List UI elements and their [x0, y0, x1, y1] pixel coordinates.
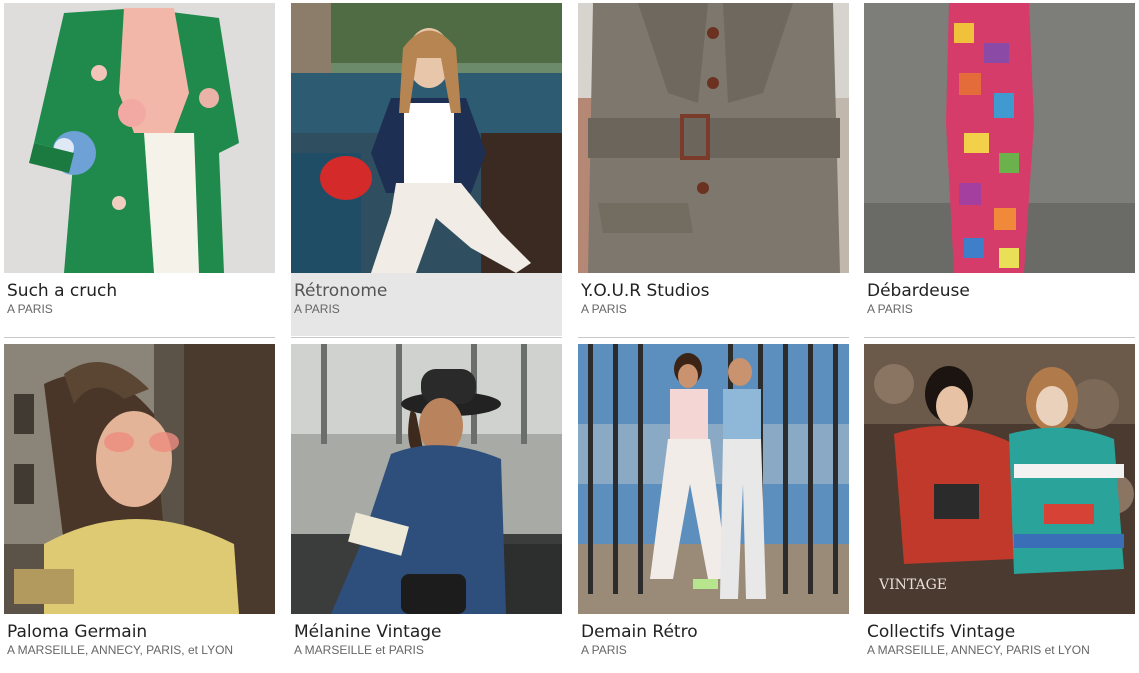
shop-photo[interactable]: [4, 3, 275, 273]
shop-caption: Débardeuse A PARIS: [864, 273, 1135, 336]
shop-card-retronome[interactable]: Rétronome A PARIS: [291, 3, 562, 338]
divider: [578, 337, 849, 338]
shop-caption: Mélanine Vintage A MARSEILLE et PARIS: [291, 614, 562, 673]
divider: [4, 337, 275, 338]
shop-card-such-a-cruch[interactable]: Such a cruch A PARIS: [4, 3, 275, 338]
venice-boat-photo: [291, 3, 562, 273]
shop-photo[interactable]: [4, 344, 275, 614]
shop-photo[interactable]: [291, 344, 562, 614]
shop-name[interactable]: Paloma Germain: [7, 622, 272, 642]
shop-location: A PARIS: [581, 643, 627, 657]
shop-grid: Such a cruch A PARIS Rétronome A PARIS Y…: [0, 0, 1139, 673]
shop-name[interactable]: Such a cruch: [7, 281, 272, 301]
shop-location: A PARIS: [867, 302, 913, 316]
shop-location: A MARSEILLE, ANNECY, PARIS et LYON: [867, 643, 1090, 657]
kimono-photo: [4, 3, 275, 273]
shop-caption: Paloma Germain A MARSEILLE, ANNECY, PARI…: [4, 614, 275, 673]
reading-woman-photo: [291, 344, 562, 614]
shop-name[interactable]: Mélanine Vintage: [294, 622, 559, 642]
shop-location: A PARIS: [294, 302, 340, 316]
tweed-coat-photo: [578, 3, 849, 273]
shop-caption: Collectifs Vintage A MARSEILLE, ANNECY, …: [864, 614, 1135, 673]
shop-name[interactable]: Collectifs Vintage: [867, 622, 1132, 642]
shop-caption: Rétronome A PARIS: [291, 273, 562, 336]
shop-name[interactable]: Rétronome: [294, 281, 559, 301]
shop-location: A MARSEILLE et PARIS: [294, 643, 424, 657]
shop-location: A PARIS: [7, 302, 53, 316]
shop-card-your-studios[interactable]: Y.O.U.R Studios A PARIS: [578, 3, 849, 338]
shop-card-paloma-germain[interactable]: Paloma Germain A MARSEILLE, ANNECY, PARI…: [4, 344, 275, 673]
shop-photo[interactable]: [578, 344, 849, 614]
shop-card-melanine-vintage[interactable]: Mélanine Vintage A MARSEILLE et PARIS: [291, 344, 562, 673]
shop-name[interactable]: Demain Rétro: [581, 622, 846, 642]
couple-fence-photo: [578, 344, 849, 614]
shop-photo[interactable]: [864, 3, 1135, 273]
venice-portrait-photo: [4, 344, 275, 614]
shop-location: A PARIS: [581, 302, 627, 316]
photo-sign-text: VINTAGE: [878, 577, 947, 593]
shop-caption: Such a cruch A PARIS: [4, 273, 275, 336]
divider: [864, 337, 1135, 338]
shop-name[interactable]: Débardeuse: [867, 281, 1132, 301]
shop-name[interactable]: Y.O.U.R Studios: [581, 281, 846, 301]
shop-caption: Y.O.U.R Studios A PARIS: [578, 273, 849, 336]
divider: [291, 337, 562, 338]
shop-card-collectifs-vintage[interactable]: VINTAGE Collectifs Vintage A MARSEILLE, …: [864, 344, 1135, 673]
patchwork-dress-photo: [864, 3, 1135, 273]
sweaters-woodpile-photo: VINTAGE: [864, 344, 1135, 614]
shop-photo[interactable]: [291, 3, 562, 273]
shop-card-demain-retro[interactable]: Demain Rétro A PARIS: [578, 344, 849, 673]
shop-caption: Demain Rétro A PARIS: [578, 614, 849, 673]
shop-photo[interactable]: [578, 3, 849, 273]
shop-photo[interactable]: VINTAGE: [864, 344, 1135, 614]
shop-card-debardeuse[interactable]: Débardeuse A PARIS: [864, 3, 1135, 338]
shop-location: A MARSEILLE, ANNECY, PARIS, et LYON: [7, 643, 234, 657]
